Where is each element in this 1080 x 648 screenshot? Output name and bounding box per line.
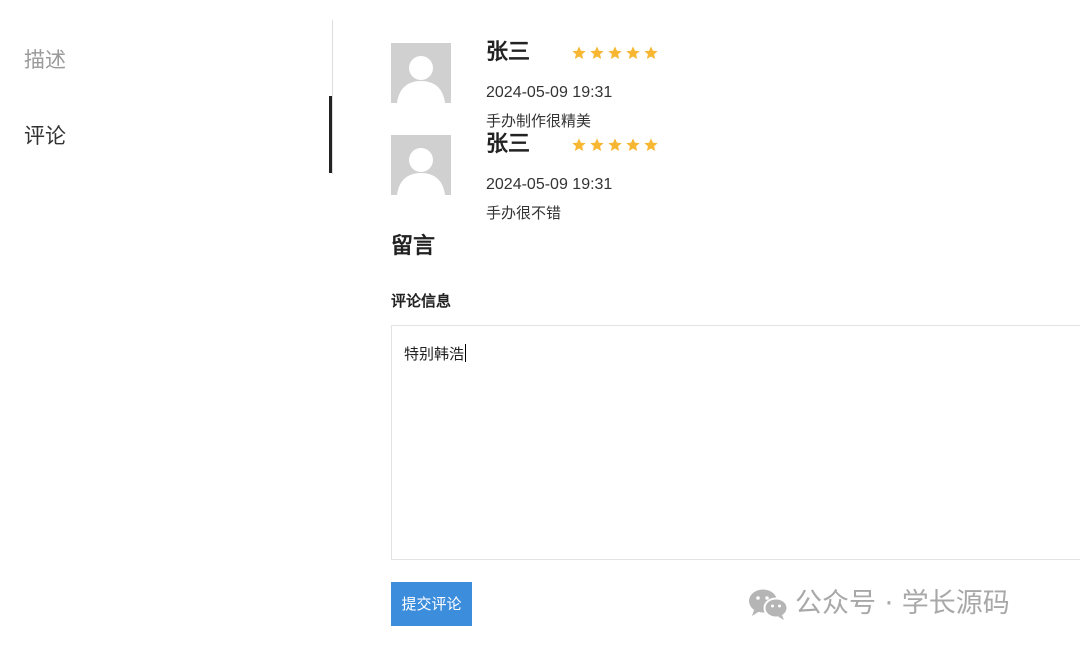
wechat-icon	[749, 589, 789, 620]
review-timestamp: 2024-05-09 19:31	[486, 84, 613, 101]
star-icon	[590, 138, 604, 151]
star-icon	[608, 46, 622, 59]
user-silhouette-icon	[391, 135, 451, 195]
comment-textarea[interactable]: 特别韩浩	[391, 325, 1080, 560]
comment-field-label: 评论信息	[391, 292, 452, 310]
review-text: 手办很不错	[486, 204, 562, 222]
watermark-text: 公众号 · 学长源码	[795, 588, 1010, 619]
tab-reviews[interactable]: 评论	[24, 122, 66, 150]
avatar	[391, 43, 451, 103]
leave-message-heading: 留言	[391, 234, 436, 259]
star-rating	[571, 45, 659, 61]
avatar	[391, 135, 451, 195]
star-icon	[644, 46, 658, 59]
review-item: 张三 2024-05-09 19:31 手办制作很精美	[391, 40, 1051, 133]
star-icon	[608, 138, 622, 151]
reviewer-name: 张三	[486, 40, 531, 65]
active-tab-indicator	[329, 96, 332, 173]
star-icon	[626, 46, 640, 59]
tab-description[interactable]: 描述	[24, 46, 66, 74]
watermark: 公众号 · 学长源码	[747, 586, 1010, 622]
submit-comment-button[interactable]: 提交评论	[391, 582, 472, 626]
review-text: 手办制作很精美	[486, 112, 592, 130]
star-icon	[572, 46, 586, 59]
reviewer-name: 张三	[486, 132, 531, 157]
user-silhouette-icon	[391, 43, 451, 103]
star-icon	[626, 138, 640, 151]
product-detail-page: 描述 评论 张三 2024-05-09 19:31 手办制作很精美 张三 202…	[0, 0, 1080, 648]
tab-column: 描述 评论	[0, 20, 333, 174]
star-rating	[571, 137, 659, 153]
star-icon	[572, 138, 586, 151]
star-icon	[644, 138, 658, 151]
review-item: 张三 2024-05-09 19:31 手办很不错	[391, 132, 1051, 225]
star-icon	[590, 46, 604, 59]
comment-text: 特别韩浩	[404, 345, 465, 363]
text-cursor	[465, 344, 467, 362]
review-timestamp: 2024-05-09 19:31	[486, 176, 613, 193]
